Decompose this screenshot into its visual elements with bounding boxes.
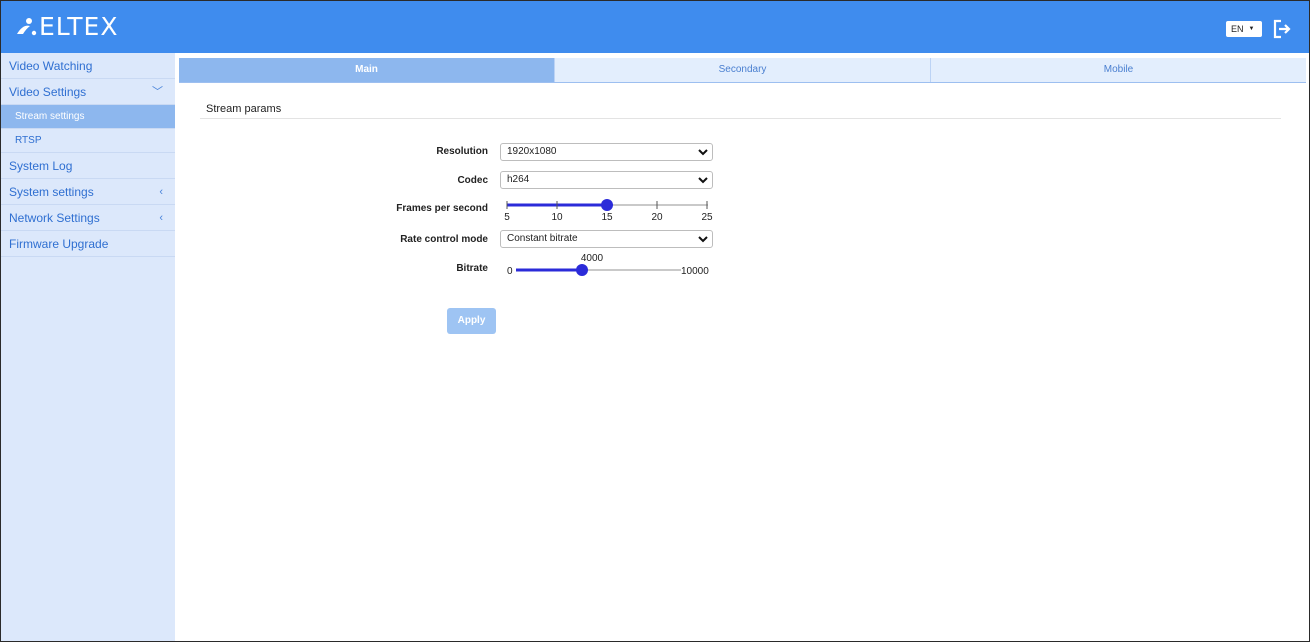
bitrate-slider-thumb[interactable] xyxy=(576,264,588,276)
fps-slider-thumb[interactable] xyxy=(601,199,613,211)
sidebar-item-video-watching[interactable]: Video Watching xyxy=(1,53,175,79)
sidebar-item-rtsp[interactable]: RTSP xyxy=(1,129,175,153)
codec-value: h264 xyxy=(507,174,530,185)
codec-label: Codec xyxy=(457,175,488,186)
sidebar-item-label: Video Watching xyxy=(9,59,93,73)
fps-tick-label: 5 xyxy=(504,212,510,223)
language-select[interactable]: EN ▼ xyxy=(1226,21,1262,37)
bitrate-slider[interactable] xyxy=(513,262,683,278)
sidebar-item-firmware-upgrade[interactable]: Firmware Upgrade xyxy=(1,231,175,257)
sidebar-item-label: Firmware Upgrade xyxy=(9,237,109,251)
sidebar-item-system-settings[interactable]: System settings ‹ xyxy=(1,179,175,205)
sidebar-item-label: RTSP xyxy=(15,135,42,146)
sidebar-item-video-settings[interactable]: Video Settings ﹀ xyxy=(1,79,175,105)
language-value: EN xyxy=(1231,24,1244,34)
rate-control-label: Rate control mode xyxy=(400,234,488,245)
rate-control-select[interactable]: Constant bitrate xyxy=(500,230,713,248)
fps-tick-label: 10 xyxy=(551,212,563,223)
sidebar-item-stream-settings[interactable]: Stream settings xyxy=(1,105,175,129)
apply-button[interactable]: Apply xyxy=(447,308,496,334)
fps-tick-label: 25 xyxy=(701,212,713,223)
fps-label: Frames per second xyxy=(396,203,488,214)
codec-select[interactable]: h264 xyxy=(500,171,713,189)
tab-secondary[interactable]: Secondary xyxy=(555,58,931,82)
resolution-label: Resolution xyxy=(436,146,488,157)
sidebar-item-label: System settings xyxy=(9,185,94,199)
fps-tick-label: 15 xyxy=(601,212,613,223)
section-title: Stream params xyxy=(206,103,282,115)
app-window: ELTEX EN ▼ Video Watching Video Settings… xyxy=(0,0,1310,642)
bitrate-min-label: 0 xyxy=(507,266,513,277)
fps-tick-label: 20 xyxy=(651,212,663,223)
sidebar-item-network-settings[interactable]: Network Settings ‹ xyxy=(1,205,175,231)
sidebar-item-label: Network Settings xyxy=(9,211,100,225)
sidebar-item-label: Stream settings xyxy=(15,111,85,122)
chevron-down-icon xyxy=(698,149,708,156)
top-header: ELTEX EN ▼ xyxy=(1,1,1309,53)
stream-tabs: Main Secondary Mobile xyxy=(179,58,1306,83)
eltex-logo: ELTEX xyxy=(15,13,118,41)
chevron-down-icon: ﹀ xyxy=(152,86,163,98)
chevron-down-icon xyxy=(698,177,708,184)
section-divider xyxy=(200,118,1281,119)
rate-control-value: Constant bitrate xyxy=(507,233,578,244)
chevron-down-icon xyxy=(698,236,708,243)
logo-mark-icon xyxy=(17,18,37,36)
sidebar-item-label: System Log xyxy=(9,159,73,173)
sidebar-item-system-log[interactable]: System Log xyxy=(1,153,175,179)
bitrate-label: Bitrate xyxy=(456,263,488,274)
sidebar: Video Watching Video Settings ﹀ Stream s… xyxy=(1,53,175,641)
resolution-select[interactable]: 1920x1080 xyxy=(500,143,713,161)
logout-icon[interactable] xyxy=(1273,19,1291,39)
chevron-left-icon: ‹ xyxy=(159,212,163,224)
tab-mobile[interactable]: Mobile xyxy=(931,58,1306,82)
logo-text: ELTEX xyxy=(39,12,119,41)
caret-down-icon: ▼ xyxy=(1248,26,1255,32)
bitrate-max-label: 10000 xyxy=(681,266,709,277)
sidebar-item-label: Video Settings xyxy=(9,85,87,99)
resolution-value: 1920x1080 xyxy=(507,146,557,157)
chevron-left-icon: ‹ xyxy=(159,186,163,198)
tab-main[interactable]: Main xyxy=(179,58,555,82)
